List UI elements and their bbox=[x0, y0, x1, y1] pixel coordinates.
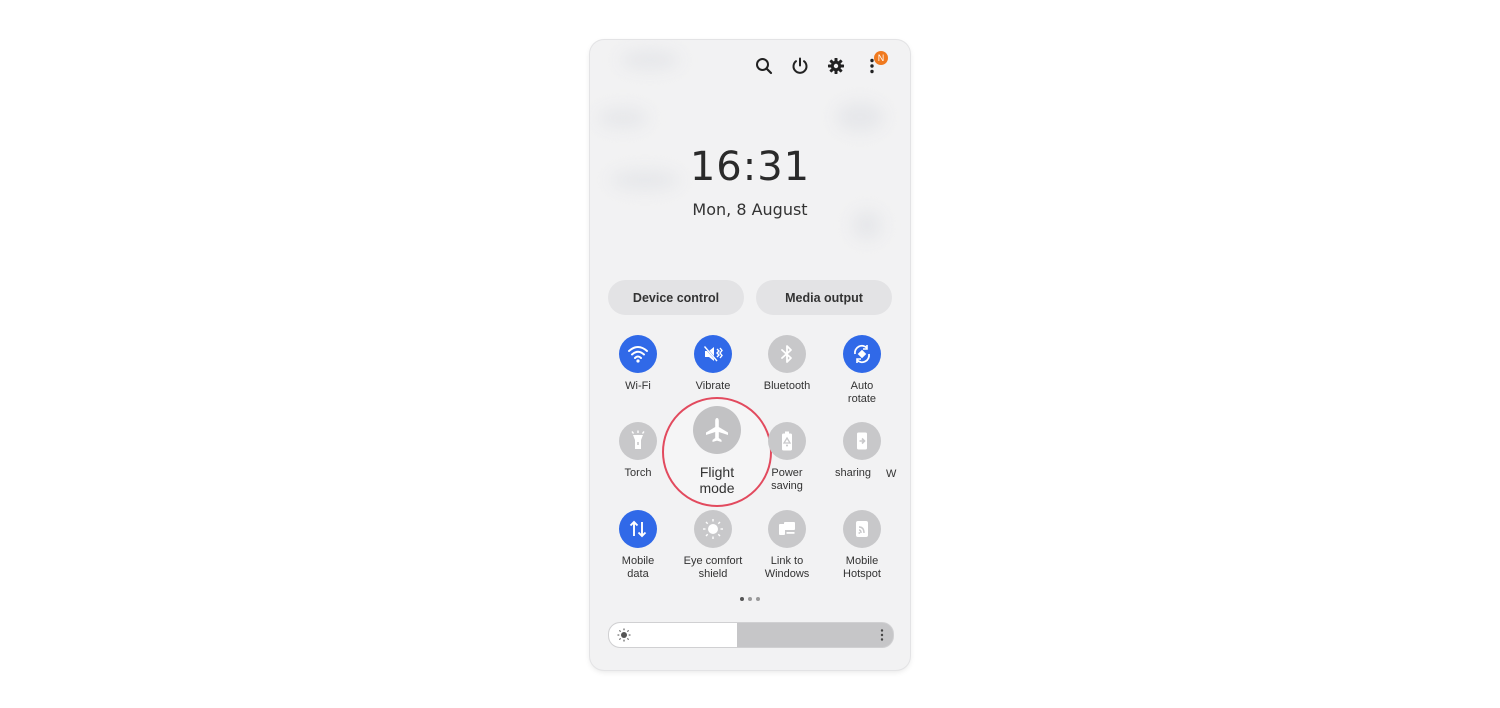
eye-comfort-icon bbox=[703, 519, 723, 539]
power-button[interactable] bbox=[782, 48, 818, 84]
tile-label: Mobile data bbox=[621, 555, 655, 580]
mobile-data-icon bbox=[629, 520, 647, 538]
battery-icon bbox=[782, 431, 792, 451]
airplane-icon bbox=[706, 418, 728, 442]
tile-eye-comfort[interactable]: Eye comfort shield bbox=[676, 510, 750, 581]
tile-icon-bg bbox=[843, 335, 881, 373]
tile-icon-bg bbox=[619, 422, 657, 460]
top-bar: N bbox=[746, 48, 890, 84]
bluetooth-icon bbox=[781, 345, 792, 363]
torch-icon bbox=[631, 430, 645, 449]
tile-icon-bg bbox=[694, 510, 732, 548]
sun-icon bbox=[617, 628, 631, 642]
tile-icon-bg bbox=[768, 510, 806, 548]
tile-label: Eye comfort shield bbox=[683, 555, 743, 580]
page-indicator[interactable] bbox=[590, 597, 910, 601]
media-output-button[interactable]: Media output bbox=[756, 280, 892, 315]
tile-icon-bg bbox=[619, 335, 657, 373]
tile-icon-bg bbox=[768, 422, 806, 460]
edge-tile-label: W bbox=[886, 468, 897, 480]
search-button[interactable] bbox=[746, 48, 782, 84]
tile-label: Auto rotate bbox=[847, 380, 877, 405]
tile-icon-bg bbox=[693, 406, 741, 454]
tile-power-saving[interactable]: Power saving bbox=[750, 422, 824, 493]
blur-shape bbox=[620, 50, 680, 70]
page-dot bbox=[740, 597, 744, 601]
page-dot bbox=[748, 597, 752, 601]
tile-label: Link to Windows bbox=[764, 555, 810, 580]
more-vertical-icon[interactable] bbox=[879, 628, 885, 642]
device-control-button[interactable]: Device control bbox=[608, 280, 744, 315]
power-icon bbox=[792, 57, 808, 74]
clock-time: 16:31 bbox=[689, 144, 811, 190]
brightness-slider[interactable] bbox=[608, 622, 894, 648]
tile-vibrate[interactable]: Vibrate bbox=[676, 335, 750, 393]
tile-icon-bg bbox=[843, 510, 881, 548]
page-dot bbox=[756, 597, 760, 601]
tile-auto-rotate[interactable]: Auto rotate bbox=[825, 335, 899, 406]
search-icon bbox=[756, 58, 773, 75]
auto-rotate-icon bbox=[854, 344, 870, 364]
quick-settings-panel: N 16:31 Mon, 8 August Device control Med… bbox=[590, 40, 910, 670]
tile-label: Bluetooth bbox=[763, 380, 811, 392]
tile-mobile-hotspot[interactable]: Mobile Hotspot bbox=[825, 510, 899, 581]
share-icon bbox=[857, 432, 867, 450]
clock-date: Mon, 8 August bbox=[692, 200, 808, 219]
tile-bluetooth[interactable]: Bluetooth bbox=[750, 335, 824, 393]
tile-wifi[interactable]: Wi-Fi bbox=[601, 335, 675, 393]
tile-icon-bg bbox=[768, 335, 806, 373]
link-windows-icon bbox=[779, 522, 795, 535]
tile-label: Mobile Hotspot bbox=[843, 555, 881, 580]
gear-icon bbox=[828, 58, 844, 74]
tile-icon-bg bbox=[619, 510, 657, 548]
tile-label: Wi-Fi bbox=[625, 380, 651, 392]
blur-shape bbox=[598, 108, 648, 128]
hotspot-icon bbox=[856, 521, 868, 537]
settings-button[interactable] bbox=[818, 48, 854, 84]
tile-icon-bg bbox=[843, 422, 881, 460]
tile-icon-bg bbox=[694, 335, 732, 373]
vibrate-icon bbox=[703, 345, 723, 363]
tile-link-to-windows[interactable]: Link to Windows bbox=[750, 510, 824, 581]
wifi-icon bbox=[628, 346, 648, 363]
tile-label: Vibrate bbox=[695, 380, 731, 392]
tile-mobile-data[interactable]: Mobile data bbox=[601, 510, 675, 581]
notification-badge: N bbox=[874, 51, 888, 65]
blur-shape bbox=[836, 102, 884, 132]
more-options-button[interactable]: N bbox=[854, 48, 890, 84]
